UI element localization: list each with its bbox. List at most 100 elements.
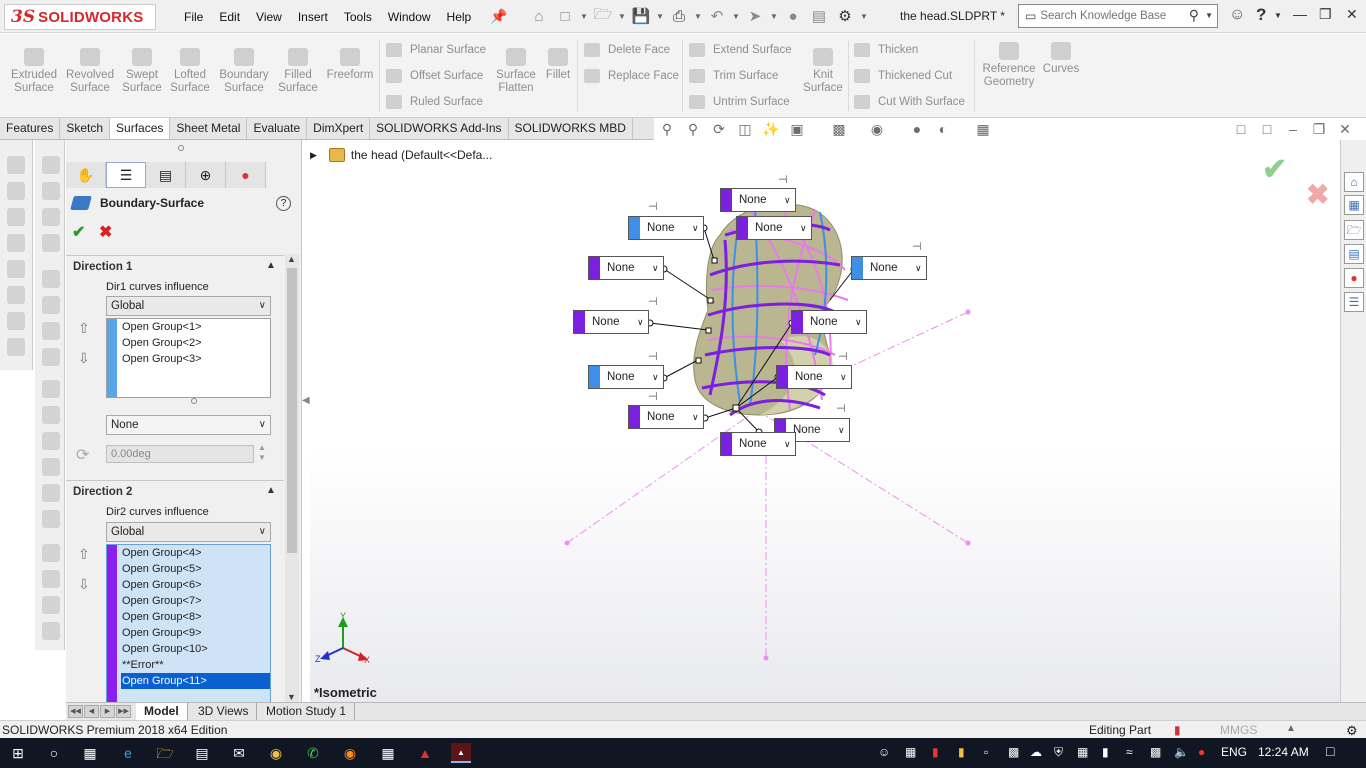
list-item[interactable]: Open Group<1> xyxy=(121,319,270,335)
move-down-icon[interactable]: ⇩ xyxy=(78,576,90,593)
tile-right-icon[interactable]: □ xyxy=(1258,121,1276,137)
property-manager-scrollbar[interactable]: ▲ ▼ xyxy=(285,254,299,703)
minimize-icon[interactable]: — xyxy=(1293,6,1307,22)
revolved-surface-button[interactable]: Revolved Surface xyxy=(62,48,118,95)
chevron-down-icon[interactable]: ∨ xyxy=(692,223,699,234)
configuration-manager-tab-icon[interactable]: ▤ xyxy=(146,162,186,188)
tool-icon[interactable] xyxy=(42,296,60,314)
replace-face-button[interactable]: Replace Face xyxy=(584,67,679,85)
custom-properties-icon[interactable]: ☰ xyxy=(1344,292,1364,312)
chevron-down-icon[interactable]: ▼ xyxy=(732,12,740,21)
volume-icon[interactable]: 🔈 xyxy=(1174,745,1189,759)
tab-dimxpert[interactable]: DimXpert xyxy=(307,118,371,139)
acrobat-icon[interactable]: ▲ xyxy=(415,743,435,763)
extruded-surface-button[interactable]: Extruded Surface xyxy=(6,48,62,95)
pin-icon[interactable]: ⊣ xyxy=(912,240,922,253)
confirm-cancel-icon[interactable]: ✖ xyxy=(1306,178,1329,211)
move-up-icon[interactable]: ⇧ xyxy=(78,546,90,563)
solidworks-resources-icon[interactable]: ⌂ xyxy=(1344,172,1364,192)
view-palette-icon[interactable]: ▤ xyxy=(1344,244,1364,264)
tool-icon[interactable] xyxy=(42,432,60,450)
chevron-down-icon[interactable]: ▼ xyxy=(1205,11,1213,20)
search-input[interactable] xyxy=(1040,10,1181,22)
dir1-curves-list[interactable]: Open Group<1> Open Group<2> Open Group<3… xyxy=(106,318,271,398)
zoom-to-fit-icon[interactable]: ⚲ xyxy=(658,121,676,137)
fillet-button[interactable]: Fillet xyxy=(540,48,576,82)
previous-view-icon[interactable]: ⟳ xyxy=(710,121,728,137)
chevron-up-icon[interactable]: ▲ xyxy=(1286,723,1296,734)
ruled-surface-button[interactable]: Ruled Surface xyxy=(386,93,483,111)
display-style-icon[interactable]: ▩ xyxy=(830,121,848,137)
scroll-thumb[interactable] xyxy=(287,268,297,553)
move-down-icon[interactable]: ⇩ xyxy=(78,350,90,367)
firefox-icon[interactable]: ◉ xyxy=(340,743,360,763)
file-explorer-icon[interactable]: 🗁 xyxy=(155,743,175,763)
tool-icon[interactable] xyxy=(42,596,60,614)
view-settings-icon[interactable]: ▦ xyxy=(974,121,992,137)
design-library-icon[interactable]: ▦ xyxy=(1344,195,1364,215)
scroll-up-icon[interactable]: ▲ xyxy=(287,254,296,264)
list-item[interactable]: Open Group<9> xyxy=(121,625,270,641)
search-icon[interactable]: ⚲ xyxy=(1189,7,1199,24)
sketch-tool-icon[interactable] xyxy=(7,182,25,200)
sketch-tool-icon[interactable] xyxy=(7,234,25,252)
pin-icon[interactable]: ⊣ xyxy=(778,173,788,186)
user-icon[interactable]: ☺ xyxy=(1229,6,1245,24)
tool-icon[interactable] xyxy=(42,156,60,174)
zoom-to-area-icon[interactable]: ⚲ xyxy=(684,121,702,137)
dir1-tangency-select[interactable]: None ∨ xyxy=(106,415,271,435)
onedrive-icon[interactable]: ☁ xyxy=(1030,745,1042,759)
tray-app-icon[interactable]: ▮ xyxy=(932,745,939,759)
tangency-callout[interactable]: None ∨ xyxy=(720,432,796,456)
apply-scene-icon[interactable]: ◐ xyxy=(934,121,952,137)
tray-app-icon[interactable]: ▩ xyxy=(1150,745,1161,759)
chevron-down-icon[interactable]: ∨ xyxy=(692,412,699,423)
list-item[interactable]: Open Group<2> xyxy=(121,335,270,351)
list-resize-handle[interactable] xyxy=(191,398,197,404)
tray-app-icon[interactable]: ▫ xyxy=(984,745,988,759)
cancel-button[interactable]: ✖ xyxy=(99,222,112,242)
tool-icon[interactable] xyxy=(42,348,60,366)
mail-icon[interactable]: ✉ xyxy=(229,743,249,763)
tray-app-icon[interactable]: ▮ xyxy=(958,745,965,759)
tangency-callout[interactable]: None ∨ xyxy=(628,216,704,240)
tab-sketch[interactable]: Sketch xyxy=(60,118,111,139)
chevron-down-icon[interactable]: ∨ xyxy=(784,195,791,206)
pin-icon[interactable]: ⊣ xyxy=(836,402,846,415)
chevron-down-icon[interactable]: ▼ xyxy=(580,12,588,21)
tool-icon[interactable] xyxy=(42,510,60,528)
file-explorer-icon[interactable]: 🗁 xyxy=(1344,220,1364,240)
whatsapp-icon[interactable]: ✆ xyxy=(303,743,323,763)
tray-app-icon[interactable]: ▦ xyxy=(1077,745,1088,759)
feature-manager-tab-icon[interactable]: ✋ xyxy=(66,162,106,188)
untrim-surface-button[interactable]: Untrim Surface xyxy=(689,93,790,111)
tab-solidworks-addins[interactable]: SOLIDWORKS Add-Ins xyxy=(370,118,509,139)
tool-icon[interactable] xyxy=(42,544,60,562)
list-item[interactable]: Open Group<7> xyxy=(121,593,270,609)
tool-icon[interactable] xyxy=(42,622,60,640)
language-indicator[interactable]: ENG xyxy=(1221,745,1247,759)
status-units[interactable]: MMGS xyxy=(1220,723,1257,737)
menu-edit[interactable]: Edit xyxy=(211,10,248,24)
network-app-icon[interactable]: ▦ xyxy=(378,743,398,763)
property-manager-tab-icon[interactable]: ☰ xyxy=(106,162,146,188)
edge-browser-icon[interactable]: e xyxy=(118,743,138,763)
menu-view[interactable]: View xyxy=(248,10,290,24)
tray-app-icon[interactable]: ▩ xyxy=(1008,745,1019,759)
chevron-down-icon[interactable]: ∨ xyxy=(784,439,791,450)
file-properties-icon[interactable]: ▤ xyxy=(808,5,830,27)
pin-icon[interactable]: ⊣ xyxy=(648,390,658,403)
list-item[interactable]: Open Group<10> xyxy=(121,641,270,657)
tangency-callout[interactable]: None ∨ xyxy=(588,365,664,389)
boundary-surface-button[interactable]: Boundary Surface xyxy=(214,48,274,95)
collapse-icon[interactable]: ▲ xyxy=(266,485,276,496)
view-orientation-icon[interactable]: ▣ xyxy=(788,121,806,137)
rebuild-icon[interactable]: ● xyxy=(782,5,804,27)
tab-features[interactable]: Features xyxy=(0,118,61,139)
dir2-curves-list[interactable]: Open Group<4> Open Group<5> Open Group<6… xyxy=(106,544,271,703)
tangency-callout[interactable]: None ∨ xyxy=(573,310,649,334)
dir1-influence-select[interactable]: Global ∨ xyxy=(106,296,271,316)
tray-app-icon[interactable]: ▦ xyxy=(905,745,916,759)
tool-icon[interactable] xyxy=(42,570,60,588)
scroll-down-icon[interactable]: ▼ xyxy=(287,692,296,702)
